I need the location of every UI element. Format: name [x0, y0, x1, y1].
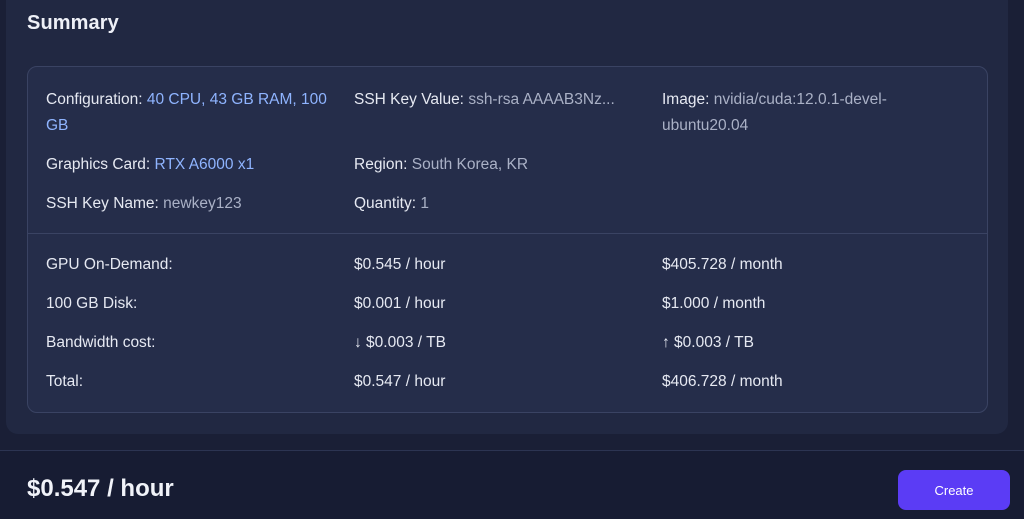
summary-box: Configuration: 40 CPU, 43 GB RAM, 100 GB… [27, 66, 988, 413]
cost-label: Total: [46, 373, 84, 390]
quantity-label: Quantity: [354, 195, 417, 212]
ssh-key-value-value: ssh-rsa AAAAB3Nz... [468, 91, 615, 108]
ssh-key-name-label: SSH Key Name: [46, 195, 159, 212]
cost-download: ↓ $0.003 / TB [354, 334, 446, 351]
bottom-bar: $0.547 / hour Create [0, 450, 1024, 519]
page: Summary Configuration: 40 CPU, 43 GB RAM… [0, 0, 1024, 519]
divider [28, 233, 987, 234]
cost-hourly: $0.001 / hour [354, 295, 446, 312]
cost-label: 100 GB Disk: [46, 295, 138, 312]
ssh-key-value-row: SSH Key Value: ssh-rsa AAAAB3Nz... [354, 87, 654, 113]
cost-monthly: $1.000 / month [662, 295, 766, 312]
graphics-card-label: Graphics Card: [46, 156, 151, 173]
create-button[interactable]: Create [898, 470, 1010, 510]
graphics-card-row: Graphics Card: RTX A6000 x1 [46, 152, 336, 178]
cost-row-gpu: GPU On-Demand: $0.545 / hour $405.728 / … [46, 253, 976, 292]
graphics-card-value: RTX A6000 x1 [154, 156, 255, 173]
image-label: Image: [662, 91, 710, 108]
summary-panel: Summary Configuration: 40 CPU, 43 GB RAM… [6, 0, 1008, 434]
panel-title: Summary [27, 12, 119, 34]
config-column-2: SSH Key Value: ssh-rsa AAAAB3Nz... Regio… [354, 87, 654, 217]
region-row: Region: South Korea, KR [354, 152, 654, 178]
cost-table: GPU On-Demand: $0.545 / hour $405.728 / … [46, 253, 976, 409]
cost-label: Bandwidth cost: [46, 334, 156, 351]
cost-label: GPU On-Demand: [46, 256, 173, 273]
image-row: Image: nvidia/cuda:12.0.1-devel-ubuntu20… [662, 87, 962, 139]
cost-upload: ↑ $0.003 / TB [662, 334, 754, 351]
region-label: Region: [354, 156, 408, 173]
cost-monthly: $405.728 / month [662, 256, 783, 273]
cost-row-total: Total: $0.547 / hour $406.728 / month [46, 370, 976, 409]
region-value: South Korea, KR [411, 156, 529, 173]
ssh-key-value-label: SSH Key Value: [354, 91, 464, 108]
config-column-3: Image: nvidia/cuda:12.0.1-devel-ubuntu20… [662, 87, 962, 139]
cost-row-disk: 100 GB Disk: $0.001 / hour $1.000 / mont… [46, 292, 976, 331]
configuration-row: Configuration: 40 CPU, 43 GB RAM, 100 GB [46, 87, 336, 139]
config-column-1: Configuration: 40 CPU, 43 GB RAM, 100 GB… [46, 87, 336, 217]
ssh-key-name-value: newkey123 [163, 195, 242, 212]
ssh-key-name-row: SSH Key Name: newkey123 [46, 191, 336, 217]
total-price: $0.547 / hour [27, 475, 174, 502]
cost-hourly: $0.547 / hour [354, 373, 446, 390]
cost-row-bandwidth: Bandwidth cost: ↓ $0.003 / TB ↑ $0.003 /… [46, 331, 976, 370]
cost-hourly: $0.545 / hour [354, 256, 446, 273]
quantity-value: 1 [420, 195, 429, 212]
quantity-row: Quantity: 1 [354, 191, 654, 217]
cost-monthly: $406.728 / month [662, 373, 783, 390]
configuration-label: Configuration: [46, 91, 143, 108]
